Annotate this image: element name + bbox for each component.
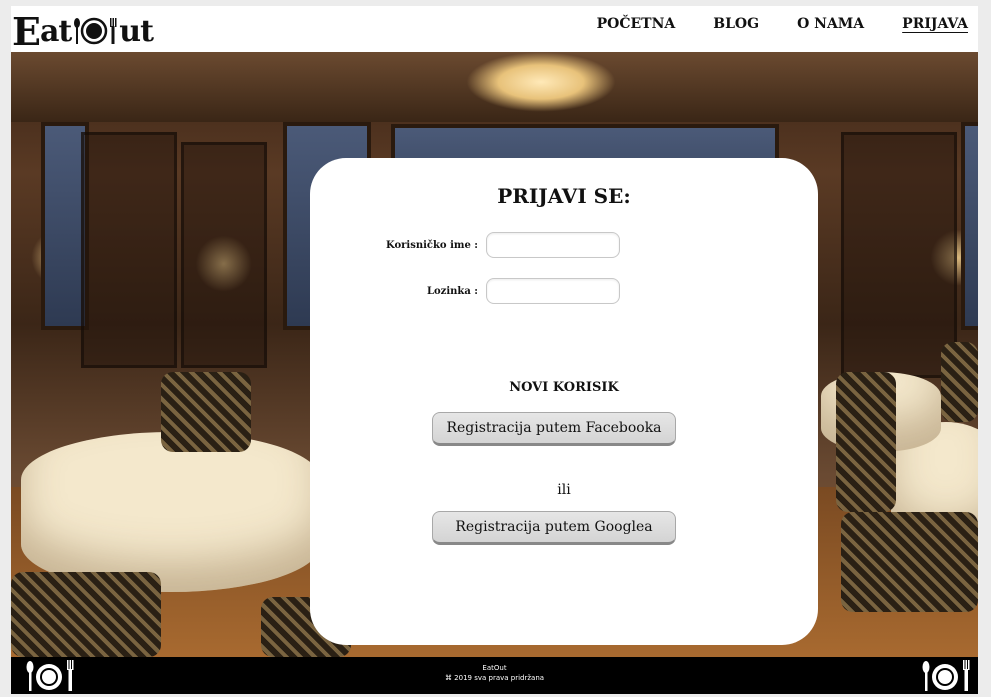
username-input[interactable] — [486, 232, 620, 258]
eatout-logo[interactable]: E at ut — [12, 9, 154, 54]
nav-item-blog[interactable]: BLOG — [713, 16, 759, 32]
header: E at ut POČETNA BLOG O NAMA PRIJAVA — [11, 6, 978, 54]
chair — [11, 572, 161, 657]
facebook-register-button[interactable]: Registracija putem Facebooka — [432, 412, 676, 446]
footer-copyright: ⌘ 2019 sva prava pridržana — [444, 674, 545, 682]
logo-text-at: at — [39, 13, 72, 49]
logo-letter-e: E — [12, 8, 41, 54]
password-input[interactable] — [486, 278, 620, 304]
footer: EatOut ⌘ 2019 sva prava pridržana — [11, 657, 978, 694]
window — [961, 122, 978, 330]
chair — [161, 372, 251, 452]
wall-panel — [81, 132, 177, 368]
footer-text: EatOut ⌘ 2019 sva prava pridržana — [11, 663, 978, 683]
wall-panel — [841, 132, 957, 378]
chair — [836, 372, 896, 512]
chandelier — [466, 52, 616, 112]
new-user-title: NOVI KORISIK — [509, 380, 619, 395]
plate-cutlery-icon — [922, 660, 970, 691]
restaurant-background-image: PRIJAVI SE: Korisničko ime : Lozinka : N… — [11, 52, 978, 657]
password-label: Lozinka : — [426, 286, 478, 297]
wall-panel — [181, 142, 267, 368]
login-card: PRIJAVI SE: Korisničko ime : Lozinka : N… — [310, 158, 818, 645]
main-nav: POČETNA BLOG O NAMA PRIJAVA — [559, 16, 968, 32]
dining-table — [21, 432, 321, 592]
chair — [841, 512, 978, 612]
footer-brand: EatOut — [482, 664, 507, 672]
google-register-button[interactable]: Registracija putem Googlea — [432, 511, 676, 545]
page-frame: E at ut POČETNA BLOG O NAMA PRIJAVA PRIJ… — [11, 6, 978, 694]
plate-cutlery-icon — [74, 17, 117, 45]
chair — [941, 342, 978, 422]
nav-item-o-nama[interactable]: O NAMA — [797, 16, 864, 32]
login-title: PRIJAVI SE: — [497, 184, 631, 208]
nav-item-prijava[interactable]: PRIJAVA — [902, 16, 968, 32]
logo-text-ut: ut — [119, 13, 154, 49]
nav-item-pocetna[interactable]: POČETNA — [597, 16, 676, 32]
or-separator: ili — [557, 482, 571, 498]
username-label: Korisničko ime : — [386, 240, 478, 251]
